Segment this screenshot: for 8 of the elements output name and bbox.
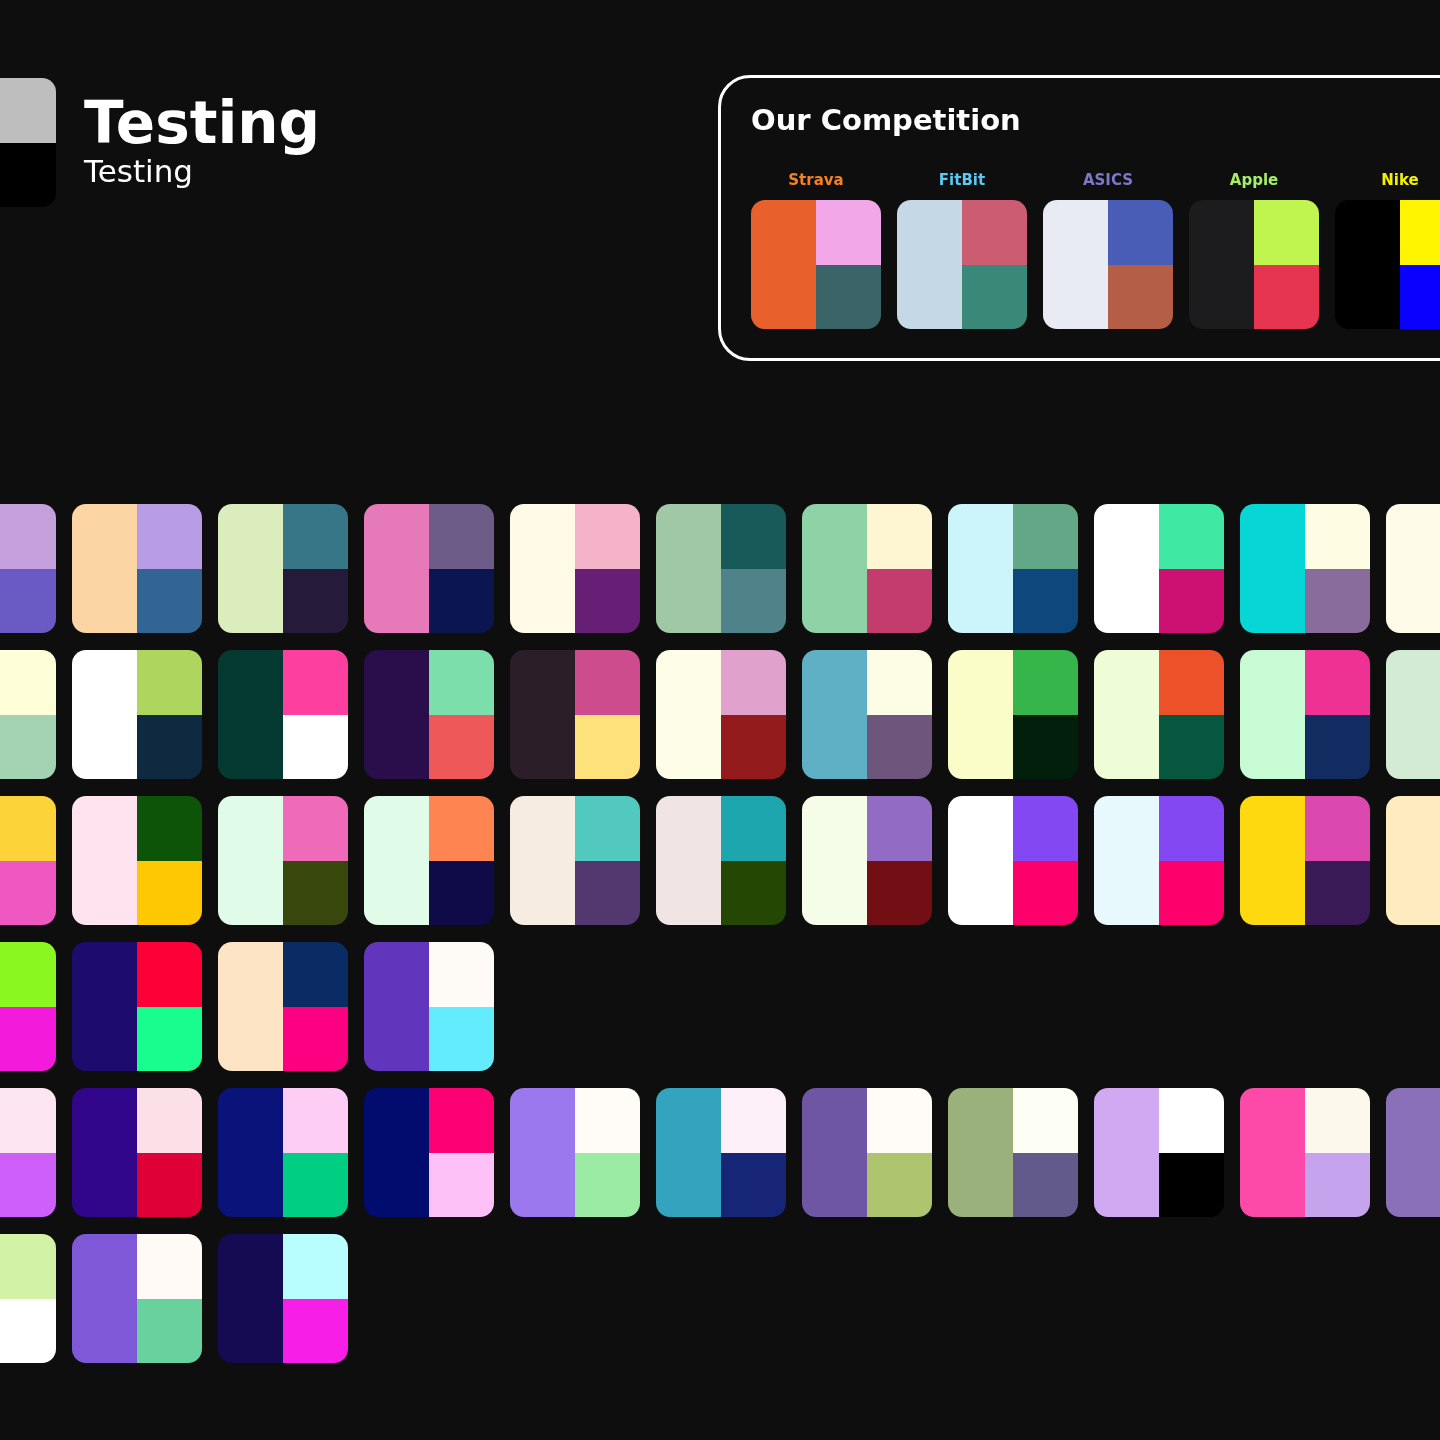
brand-name: FitBit [938, 170, 986, 190]
brand-name: Strava [788, 170, 844, 190]
brand-name: ASICS [1082, 170, 1134, 190]
card-title: Our Competition [751, 102, 1022, 139]
brand-name: Apple [1229, 170, 1279, 190]
page-subtitle: Testing [84, 153, 193, 190]
page-title: Testing [84, 90, 321, 156]
brand-name: Nike [1381, 170, 1419, 190]
